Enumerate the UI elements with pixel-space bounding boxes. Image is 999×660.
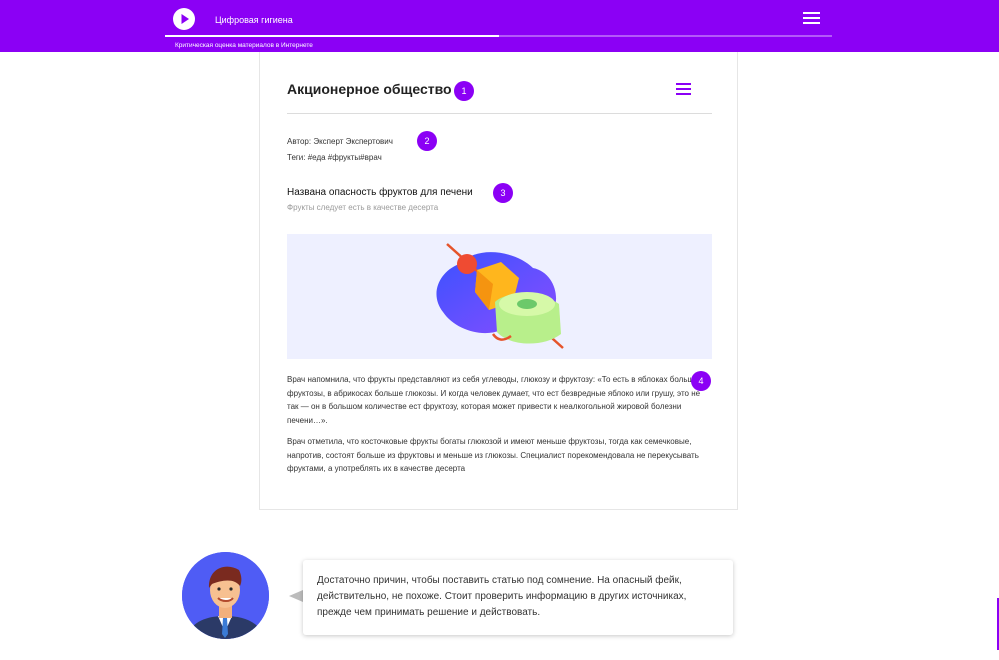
progress-bar-fill <box>165 35 499 37</box>
progress-bar <box>165 35 832 37</box>
marker-badge-3[interactable]: 3 <box>493 183 513 203</box>
expert-speech-bubble: Достаточно причин, чтобы поставить стать… <box>303 560 733 635</box>
fruit-illustration <box>287 234 712 359</box>
article-title: Акционерное общество <box>287 81 452 97</box>
top-bar-inner: Цифровая гигиена Критическая оценка мате… <box>165 6 832 52</box>
app-title: Цифровая гигиена <box>215 15 293 25</box>
article-author: Автор: Эксперт Экспертович <box>287 137 393 146</box>
marker-badge-4[interactable]: 4 <box>691 371 711 391</box>
hamburger-menu-icon[interactable] <box>676 83 692 95</box>
hamburger-menu-icon[interactable] <box>803 12 821 26</box>
marker-badge-2[interactable]: 2 <box>417 131 437 151</box>
expert-message: Достаточно причин, чтобы поставить стать… <box>317 575 687 618</box>
expert-avatar <box>182 552 269 639</box>
article-tags: Теги: #еда #фрукты#врач <box>287 153 382 162</box>
article-headline: Названа опасность фруктов для печени <box>287 187 473 198</box>
app-subtitle: Критическая оценка материалов в Интернет… <box>175 42 313 49</box>
speech-bubble-tail <box>289 590 303 602</box>
article-paragraph-1: Врач напомнила, что фрукты представляют … <box>287 375 701 425</box>
article-paragraph-2: Врач отметила, что косточковые фрукты бо… <box>287 437 699 474</box>
article-card: Акционерное общество 1 Автор: Эксперт Эк… <box>259 52 738 510</box>
marker-badge-1[interactable]: 1 <box>454 81 474 101</box>
top-bar: Цифровая гигиена Критическая оценка мате… <box>0 0 999 52</box>
article-lead: Фрукты следует есть в качестве десерта <box>287 203 439 212</box>
play-icon[interactable] <box>173 8 195 30</box>
divider <box>287 113 712 114</box>
